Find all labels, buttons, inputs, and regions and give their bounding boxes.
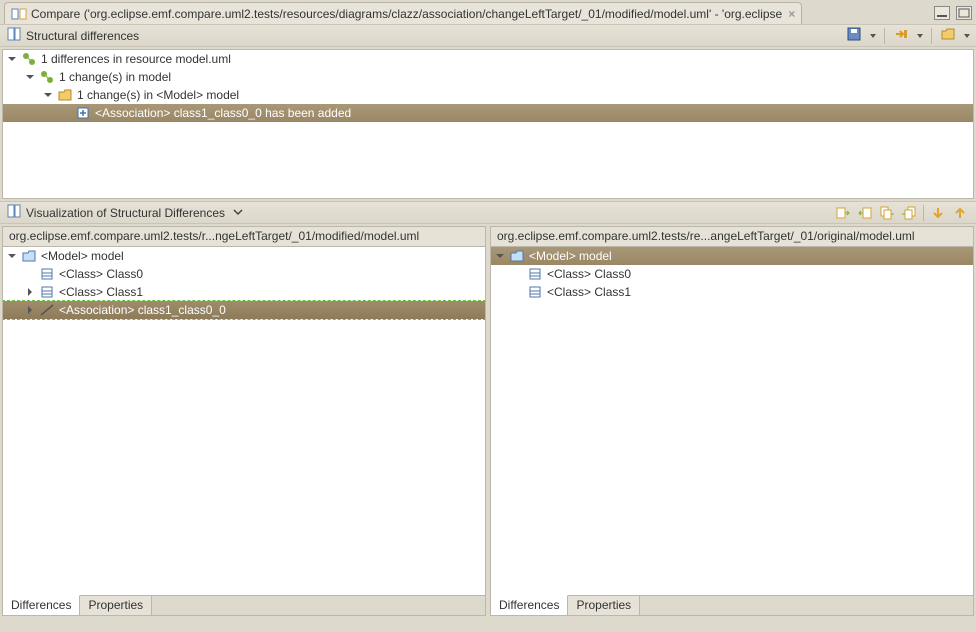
left-bottom-tabs: DifferencesProperties — [3, 595, 485, 615]
compare-tab[interactable]: Compare ('org.eclipse.emf.compare.uml2.t… — [4, 2, 802, 24]
left-tree-row[interactable]: <Model> model — [3, 247, 485, 265]
class-icon — [527, 266, 543, 282]
left-tree-row[interactable]: <Class> Class0 — [3, 265, 485, 283]
structural-tree-label: 1 change(s) in model — [59, 70, 171, 84]
export-menu-caret[interactable] — [917, 34, 923, 38]
export-icon[interactable] — [893, 26, 909, 45]
right-tree-row[interactable]: <Class> Class1 — [491, 283, 973, 301]
left-tree-row[interactable]: <Association> class1_class0_0 — [3, 301, 485, 319]
left-tree-label: <Class> Class0 — [59, 267, 143, 281]
visualization-title: Visualization of Structural Differences — [26, 206, 225, 220]
right-tree-row[interactable]: <Model> model — [491, 247, 973, 265]
structural-tree-row[interactable]: 1 change(s) in <Model> model — [3, 86, 973, 104]
tree-toggle-icon[interactable] — [7, 53, 19, 65]
save-menu-caret[interactable] — [870, 34, 876, 38]
bottom-tab-differences[interactable]: Differences — [491, 595, 568, 615]
minimize-button[interactable] — [934, 6, 950, 20]
toolbar-separator — [923, 205, 924, 221]
structural-tree-row[interactable]: <Association> class1_class0_0 has been a… — [3, 104, 973, 122]
left-tree-label: <Model> model — [41, 249, 124, 263]
visualization-icon — [6, 203, 22, 222]
bottom-tab-properties[interactable]: Properties — [80, 596, 152, 615]
structural-diff-icon — [6, 26, 22, 45]
tree-toggle-icon — [513, 286, 525, 298]
prev-diff-icon[interactable] — [950, 204, 970, 222]
folder-icon — [21, 248, 37, 264]
right-tree-label: <Model> model — [529, 249, 612, 263]
assoc-icon — [39, 302, 55, 318]
tree-toggle-icon — [61, 107, 73, 119]
visualization-right-panel: org.eclipse.emf.compare.uml2.tests/re...… — [490, 226, 974, 616]
right-tree-row[interactable]: <Class> Class0 — [491, 265, 973, 283]
tree-toggle-icon — [25, 268, 37, 280]
right-path-label: org.eclipse.emf.compare.uml2.tests/re...… — [491, 227, 973, 247]
right-tree-label: <Class> Class0 — [547, 267, 631, 281]
toolbar-separator — [931, 28, 932, 44]
right-tree-label: <Class> Class1 — [547, 285, 631, 299]
left-tree-label: <Association> class1_class0_0 — [59, 303, 226, 317]
diff-green-icon — [21, 51, 37, 67]
copy-all-left-icon[interactable] — [877, 204, 897, 222]
visualization-header: Visualization of Structural Differences — [0, 202, 976, 224]
structural-diff-tree[interactable]: 1 differences in resource model.uml 1 cha… — [2, 49, 974, 199]
left-tree-label: <Class> Class1 — [59, 285, 143, 299]
left-tree-row[interactable]: <Class> Class1 — [3, 283, 485, 301]
add-blue-icon — [75, 105, 91, 121]
tree-toggle-icon — [513, 268, 525, 280]
tree-toggle-icon[interactable] — [7, 250, 19, 262]
visualization-left-panel: org.eclipse.emf.compare.uml2.tests/r...n… — [2, 226, 486, 616]
save-icon[interactable] — [846, 26, 862, 45]
right-model-tree[interactable]: <Model> model <Class> Class0 <Class> Class… — [491, 247, 973, 595]
structural-tree-row[interactable]: 1 differences in resource model.uml — [3, 50, 973, 68]
copy-left-to-right-icon[interactable] — [833, 204, 853, 222]
structural-tree-label: <Association> class1_class0_0 has been a… — [95, 106, 351, 120]
left-path-label: org.eclipse.emf.compare.uml2.tests/r...n… — [3, 227, 485, 247]
editor-tab-strip: Compare ('org.eclipse.emf.compare.uml2.t… — [0, 0, 976, 24]
folder-open-icon[interactable] — [940, 26, 956, 45]
tree-toggle-icon[interactable] — [495, 250, 507, 262]
dropdown-caret-icon[interactable] — [233, 206, 243, 220]
diff-green-icon — [39, 69, 55, 85]
next-diff-icon[interactable] — [928, 204, 948, 222]
folder-icon — [509, 248, 525, 264]
class-icon — [39, 284, 55, 300]
window-controls — [934, 6, 972, 20]
compare-icon — [11, 6, 27, 22]
package-yellow-icon — [57, 87, 73, 103]
toolbar-separator — [884, 28, 885, 44]
right-bottom-tabs: DifferencesProperties — [491, 595, 973, 615]
close-icon[interactable]: × — [788, 7, 795, 21]
tree-toggle-icon[interactable] — [43, 89, 55, 101]
class-icon — [527, 284, 543, 300]
copy-all-right-icon[interactable] — [899, 204, 919, 222]
maximize-button[interactable] — [956, 6, 972, 20]
structural-diff-header: Structural differences — [0, 25, 976, 47]
tree-toggle-icon[interactable] — [25, 304, 37, 316]
structural-tree-row[interactable]: 1 change(s) in model — [3, 68, 973, 86]
structural-diff-title: Structural differences — [26, 29, 139, 43]
bottom-tab-properties[interactable]: Properties — [568, 596, 640, 615]
tree-toggle-icon[interactable] — [25, 71, 37, 83]
structural-tree-label: 1 change(s) in <Model> model — [77, 88, 239, 102]
bottom-tab-differences[interactable]: Differences — [3, 595, 80, 615]
copy-right-to-left-icon[interactable] — [855, 204, 875, 222]
structural-tree-label: 1 differences in resource model.uml — [41, 52, 231, 66]
class-icon — [39, 266, 55, 282]
tree-toggle-icon[interactable] — [25, 286, 37, 298]
left-model-tree[interactable]: <Model> model <Class> Class0 <Class> Class… — [3, 247, 485, 595]
compare-tab-title: Compare ('org.eclipse.emf.compare.uml2.t… — [31, 7, 782, 21]
folder-menu-caret[interactable] — [964, 34, 970, 38]
